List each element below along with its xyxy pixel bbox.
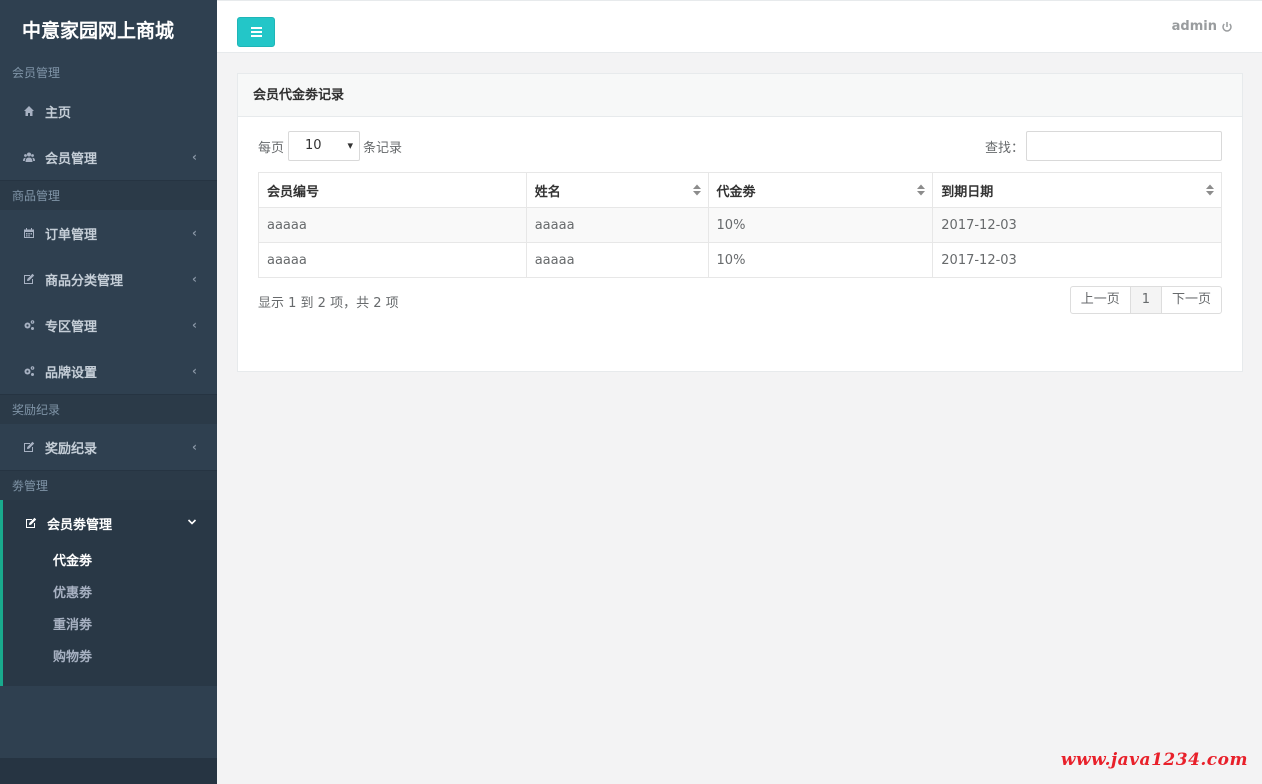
sidebar-item-label: 奖励纪录 xyxy=(45,441,98,457)
user-menu[interactable]: admin xyxy=(1172,19,1233,34)
table-row: aaaaa aaaaa 10% 2017-12-03 xyxy=(258,242,1222,278)
records-panel: 会员代金劵记录 每页 10 条记录 查找： 会员编号 姓名 代金劵 到期日期 a… xyxy=(237,73,1243,372)
chevron-down-icon xyxy=(187,516,197,530)
sidebar-subitem-shopping[interactable]: 购物劵 xyxy=(3,642,217,674)
edit-icon xyxy=(22,272,36,286)
sidebar-item-label: 订单管理 xyxy=(45,227,98,243)
cogs-icon xyxy=(22,318,36,332)
table-header-row: 会员编号 姓名 代金劵 到期日期 xyxy=(258,172,1222,208)
sidebar-subitem-discount[interactable]: 优惠劵 xyxy=(3,578,217,610)
home-icon xyxy=(22,104,36,118)
sidebar-item-zone[interactable]: 专区管理 ‹ xyxy=(0,302,217,348)
cell-expiry: 2017-12-03 xyxy=(932,207,1222,243)
sidebar-item-member-manage[interactable]: 会员管理 ‹ xyxy=(0,134,217,180)
power-icon xyxy=(1222,21,1232,32)
sidebar-subitem-voucher[interactable]: 代金劵 xyxy=(3,546,217,578)
chevron-left-icon: ‹ xyxy=(192,226,197,240)
search-input[interactable] xyxy=(1026,131,1222,161)
users-icon xyxy=(22,150,36,164)
sidebar-item-category[interactable]: 商品分类管理 ‹ xyxy=(0,256,217,302)
topbar: admin xyxy=(217,0,1262,53)
cell-member-id: aaaaa xyxy=(258,207,527,243)
section-label-member: 会员管理 xyxy=(12,66,61,80)
sidebar-item-reward[interactable]: 奖励纪录 ‹ xyxy=(0,424,217,470)
column-header-member-id[interactable]: 会员编号 xyxy=(258,172,527,208)
edit-icon xyxy=(24,516,38,530)
brand-title: 中意家园网上商城 xyxy=(22,19,175,42)
page-button-current[interactable]: 1 xyxy=(1129,286,1162,314)
cell-expiry: 2017-12-03 xyxy=(932,242,1222,278)
page-length-prefix: 每页 xyxy=(258,141,285,156)
sort-icon xyxy=(692,184,701,196)
table-info: 显示 1 到 2 项，共 2 项 xyxy=(258,296,399,311)
sidebar-item-label: 会员劵管理 xyxy=(47,517,113,533)
column-header-name[interactable]: 姓名 xyxy=(525,172,709,208)
column-header-label: 代金劵 xyxy=(716,184,756,200)
column-header-voucher[interactable]: 代金劵 xyxy=(707,172,934,208)
sidebar-item-home[interactable]: 主页 xyxy=(0,88,217,134)
chevron-left-icon: ‹ xyxy=(192,364,197,378)
section-label-reward: 奖励纪录 xyxy=(0,394,217,424)
watermark: www.java1234.com xyxy=(1060,750,1248,770)
edit-icon xyxy=(22,440,36,454)
column-header-label: 姓名 xyxy=(534,184,561,200)
prev-page-button[interactable]: 上一页 xyxy=(1069,286,1131,314)
search-label: 查找： xyxy=(984,141,1024,156)
calendar-icon xyxy=(22,226,36,240)
sidebar-footer xyxy=(0,758,217,784)
username: admin xyxy=(1171,19,1217,34)
sidebar-item-label: 品牌设置 xyxy=(45,365,98,381)
column-header-expiry[interactable]: 到期日期 xyxy=(932,172,1222,208)
chevron-left-icon: ‹ xyxy=(192,440,197,454)
hamburger-icon xyxy=(250,31,262,33)
sidebar-item-label: 会员管理 xyxy=(45,151,98,167)
sidebar-item-orders[interactable]: 订单管理 ‹ xyxy=(0,210,217,256)
sidebar-item-brand[interactable]: 品牌设置 ‹ xyxy=(0,348,217,394)
sidebar-item-label: 主页 xyxy=(45,105,72,121)
cogs-icon xyxy=(22,364,36,378)
cell-voucher: 10% xyxy=(707,207,934,243)
page-length-suffix: 条记录 xyxy=(363,141,403,156)
column-header-label: 到期日期 xyxy=(941,184,994,200)
table-row: aaaaa aaaaa 10% 2017-12-03 xyxy=(258,207,1222,243)
cell-member-id: aaaaa xyxy=(258,242,527,278)
chevron-left-icon: ‹ xyxy=(192,272,197,286)
section-label-goods: 商品管理 xyxy=(0,180,217,210)
cell-name: aaaaa xyxy=(525,242,709,278)
sidebar-item-label: 专区管理 xyxy=(45,319,98,335)
sidebar-item-coupon-manage[interactable]: 会员劵管理 xyxy=(3,500,217,546)
sidebar-group-coupon: 会员劵管理 代金劵 优惠劵 重消劵 购物劵 xyxy=(0,500,217,686)
cell-voucher: 10% xyxy=(707,242,934,278)
chevron-left-icon: ‹ xyxy=(192,318,197,332)
pagination: 上一页 1 下一页 xyxy=(1069,286,1222,314)
sidebar: 中意家园网上商城 会员管理 主页 会员管理 ‹ 商品管理 订单管理 ‹ 商品分类… xyxy=(0,0,217,784)
page-length-select[interactable]: 10 xyxy=(288,131,360,161)
menu-toggle-button[interactable] xyxy=(237,17,275,47)
sort-icon xyxy=(917,184,926,196)
records-table: 会员编号 姓名 代金劵 到期日期 aaaaa aaaaa 10% 2017-12… xyxy=(258,172,1222,278)
cell-name: aaaaa xyxy=(525,207,709,243)
sidebar-item-label: 商品分类管理 xyxy=(45,273,124,289)
next-page-button[interactable]: 下一页 xyxy=(1160,286,1222,314)
column-header-label: 会员编号 xyxy=(267,184,320,200)
panel-title: 会员代金劵记录 xyxy=(238,74,1242,117)
sidebar-subitem-reconsume[interactable]: 重消劵 xyxy=(3,610,217,642)
section-label-coupon: 劵管理 xyxy=(0,470,217,500)
table-controls: 每页 10 条记录 查找： xyxy=(258,131,1222,161)
chevron-left-icon: ‹ xyxy=(192,150,197,164)
sort-icon xyxy=(1206,184,1214,196)
